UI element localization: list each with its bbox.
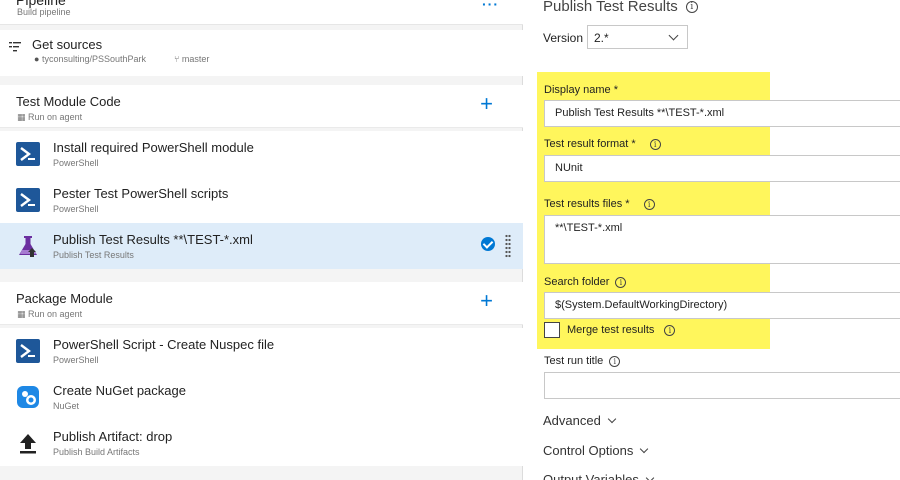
powershell-icon (16, 188, 40, 212)
task-subtitle: PowerShell (53, 355, 99, 365)
task-title: Install required PowerShell module (53, 140, 254, 155)
phase-subtitle: ▦ Run on agent (17, 112, 82, 123)
add-task-button[interactable]: + (480, 290, 493, 312)
drag-handle-icon[interactable] (505, 234, 511, 258)
task-subtitle: NuGet (53, 401, 80, 411)
repo-label: tyconsulting/PSSouthPark (41, 54, 147, 64)
merge-test-results-label-text: Merge test results (567, 324, 655, 336)
phase-title: Test Module Code (16, 94, 121, 109)
info-icon[interactable]: i (649, 138, 661, 150)
info-icon[interactable]: i (615, 276, 627, 288)
control-options-section-toggle[interactable]: Control Options (543, 443, 649, 458)
details-title-text: Publish Test Results (543, 0, 678, 15)
info-icon[interactable]: i (685, 1, 698, 14)
output-variables-section-toggle[interactable]: Output Variables (543, 472, 655, 480)
upload-icon (20, 434, 36, 454)
task-subtitle: Publish Test Results (53, 250, 134, 260)
advanced-section-toggle[interactable]: Advanced (543, 413, 617, 428)
task-details-pane: Publish Test Results i Version 2.* Displa… (524, 0, 900, 480)
version-value: 2.* (594, 31, 609, 45)
branch-label: master (181, 54, 210, 64)
get-sources-icon (9, 42, 21, 52)
ellipsis-icon[interactable]: ··· (482, 0, 499, 12)
version-select[interactable]: 2.* (587, 25, 688, 49)
check-circle-icon (481, 237, 495, 251)
powershell-icon (16, 339, 40, 363)
test-results-files-field[interactable]: **\TEST-*.xml (544, 215, 900, 264)
control-options-label: Control Options (543, 443, 634, 458)
task-subtitle: Publish Build Artifacts (53, 447, 140, 457)
nuget-icon (17, 386, 39, 408)
info-icon[interactable]: i (664, 324, 676, 336)
phase-subtitle: ▦ Run on agent (17, 309, 82, 320)
agent-icon: ▦ (17, 112, 26, 122)
flask-icon (19, 236, 37, 257)
phase-package-module[interactable]: Package Module ▦ Run on agent + (0, 282, 523, 325)
get-sources-title: Get sources (32, 37, 103, 52)
chevron-down-icon (645, 473, 655, 480)
search-folder-field[interactable]: $(System.DefaultWorkingDirectory) (544, 292, 900, 319)
get-sources-item[interactable]: Get sources ● tyconsulting/PSSouthPark ⑂… (0, 30, 523, 76)
phase-test-module-code[interactable]: Test Module Code ▦ Run on agent + (0, 85, 523, 128)
branch-icon: ⑂ (174, 54, 180, 64)
add-task-button[interactable]: + (480, 93, 493, 115)
details-title: Publish Test Results i (543, 0, 698, 15)
phase-title: Package Module (16, 291, 113, 306)
phase-subtitle-label: Run on agent (28, 309, 83, 319)
pipeline-tasks-pane: Pipeline Build pipeline ··· Get sources … (0, 0, 523, 480)
test-run-title-label-text: Test run title (544, 355, 604, 367)
test-result-format-field[interactable]: NUnit (544, 155, 900, 182)
phase-subtitle-label: Run on agent (28, 112, 83, 122)
test-result-format-label-text: Test result format * (544, 138, 636, 150)
search-folder-label: Search folder i (544, 276, 627, 288)
task-subtitle: PowerShell (53, 158, 99, 168)
task-create-nuget[interactable]: Create NuGet package NuGet (0, 374, 523, 420)
test-results-files-label-text: Test results files * (544, 198, 630, 210)
chevron-down-icon (607, 414, 617, 424)
search-folder-label-text: Search folder (544, 276, 610, 288)
info-icon[interactable]: i (643, 198, 655, 210)
branch-name: ⑂ master (174, 54, 209, 64)
github-icon: ● (34, 54, 40, 64)
pipeline-header[interactable]: Pipeline Build pipeline ··· (0, 0, 523, 25)
task-title: Create NuGet package (53, 383, 186, 398)
task-publish-artifact[interactable]: Publish Artifact: drop Publish Build Art… (0, 420, 523, 466)
task-title: PowerShell Script - Create Nuspec file (53, 337, 275, 352)
output-variables-label: Output Variables (543, 472, 639, 480)
chevron-down-icon (668, 30, 679, 41)
powershell-icon (16, 142, 40, 166)
task-title: Pester Test PowerShell scripts (53, 186, 229, 201)
task-create-nuspec[interactable]: PowerShell Script - Create Nuspec file P… (0, 328, 523, 374)
display-name-field[interactable]: Publish Test Results **\TEST-*.xml (544, 100, 900, 127)
task-pester-test[interactable]: Pester Test PowerShell scripts PowerShel… (0, 177, 523, 223)
agent-icon: ▦ (17, 309, 26, 319)
test-run-title-label: Test run title i (544, 355, 621, 367)
test-results-files-label: Test results files * i (544, 198, 655, 210)
task-publish-test-results[interactable]: Publish Test Results **\TEST-*.xml Publi… (0, 223, 523, 269)
chevron-down-icon (640, 444, 649, 454)
display-name-label: Display name * (544, 84, 618, 96)
task-title: Publish Artifact: drop (53, 429, 173, 444)
merge-test-results-label: Merge test results i (567, 324, 676, 336)
task-subtitle: PowerShell (53, 204, 99, 214)
merge-test-results-checkbox[interactable] (544, 322, 560, 338)
task-title: Publish Test Results **\TEST-*.xml (53, 232, 253, 247)
pipeline-subtitle: Build pipeline (17, 7, 71, 17)
task-install-module[interactable]: Install required PowerShell module Power… (0, 131, 523, 177)
test-run-title-field[interactable] (544, 372, 900, 399)
advanced-label: Advanced (543, 413, 601, 428)
info-icon[interactable]: i (609, 355, 621, 367)
repo-name: ● tyconsulting/PSSouthPark (34, 54, 146, 64)
version-label: Version (543, 31, 584, 45)
test-result-format-label: Test result format * i (544, 138, 661, 150)
